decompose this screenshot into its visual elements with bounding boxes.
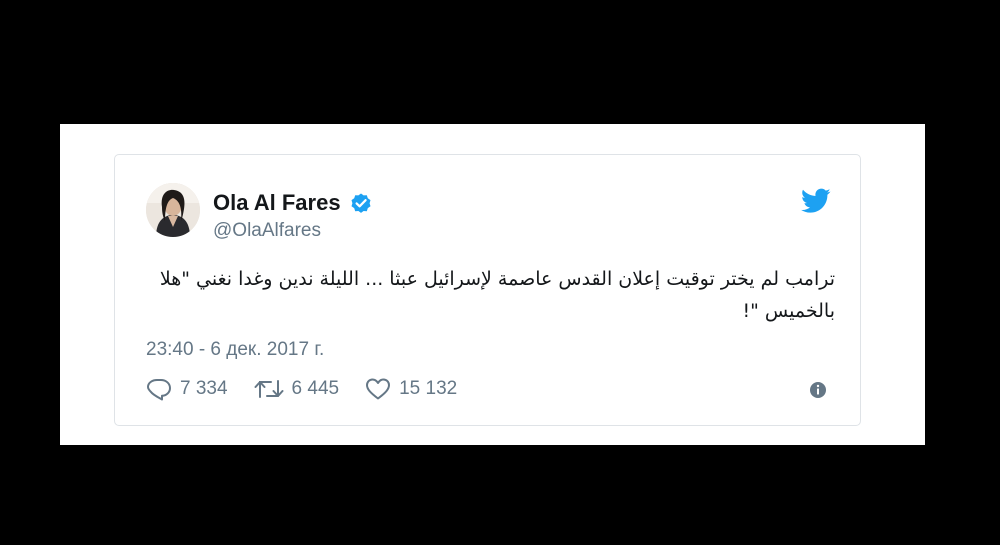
- display-name[interactable]: Ola Al Fares: [213, 190, 373, 216]
- tweet-card[interactable]: Ola Al Fares @OlaAlfares ترامب لم يختر ت…: [114, 154, 861, 426]
- background: Ola Al Fares @OlaAlfares ترامب لم يختر ت…: [0, 0, 1000, 545]
- like-count: 15 132: [399, 378, 458, 399]
- info-icon[interactable]: [809, 381, 827, 399]
- display-name-text[interactable]: Ola Al Fares: [213, 190, 341, 216]
- retweet-icon: [254, 377, 284, 401]
- tweet-timestamp[interactable]: 23:40 - 6 дек. 2017 г.: [146, 339, 324, 361]
- tweet-text: ترامب لم يختر توقيت إعلان القدس عاصمة لإ…: [159, 268, 835, 322]
- retweet-count: 6 445: [291, 378, 340, 399]
- verified-badge-icon: [349, 191, 373, 215]
- heart-icon: [365, 377, 391, 401]
- embed-panel: Ola Al Fares @OlaAlfares ترامب لم يختر ت…: [60, 124, 925, 445]
- reply-button[interactable]: 7 334: [146, 377, 228, 401]
- tweet-actions: 7 334 6 445 15 132: [146, 377, 483, 401]
- reply-icon: [146, 377, 172, 401]
- twitter-bird-icon[interactable]: [801, 188, 831, 214]
- avatar[interactable]: [146, 183, 200, 237]
- reply-count: 7 334: [180, 378, 228, 399]
- retweet-button[interactable]: 6 445: [254, 377, 340, 401]
- like-button[interactable]: 15 132: [365, 377, 457, 401]
- user-handle[interactable]: @OlaAlfares: [213, 220, 321, 242]
